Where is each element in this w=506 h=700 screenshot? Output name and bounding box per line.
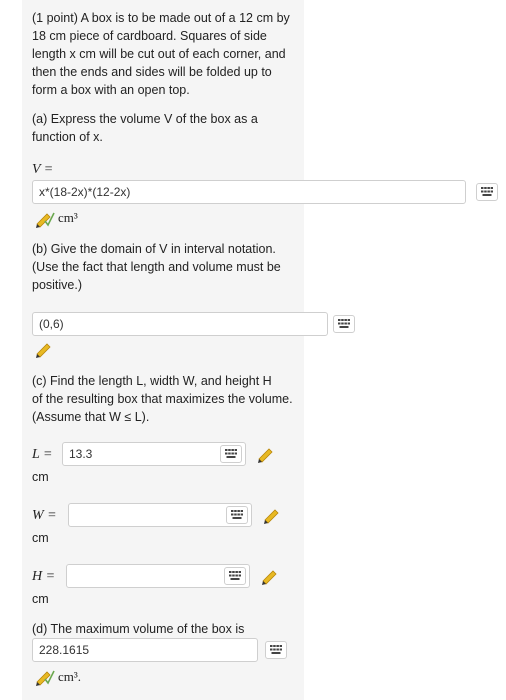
part-a-prompt-2: function of x.	[32, 130, 103, 144]
keyboard-icon[interactable]	[226, 506, 248, 524]
pencil-icon	[255, 442, 277, 464]
intro-line-4: then the ends and sides will be folded u…	[32, 65, 272, 79]
height-label: H =	[32, 569, 56, 584]
pencil-icon	[33, 665, 55, 687]
intro-line-2: 18 cm piece of cardboard. Squares of sid…	[32, 29, 267, 43]
part-b-line-1: (b) Give the domain of V in interval not…	[32, 242, 276, 256]
domain-input[interactable]: (0,6)	[32, 312, 328, 336]
part-c-line-2: of the resulting box that maximizes the …	[32, 392, 293, 406]
part-a-lhs: V =	[32, 162, 54, 177]
keyboard-icon[interactable]	[224, 567, 246, 585]
keyboard-icon[interactable]	[333, 315, 355, 333]
part-c-line-1: (c) Find the length L, width W, and heig…	[32, 374, 272, 388]
height-unit: cm	[32, 592, 49, 606]
part-b-line-3: positive.)	[32, 278, 83, 292]
volume-input[interactable]: x*(18-2x)*(12-2x)	[32, 180, 466, 204]
part-d-prompt: (d) The maximum volume of the box is	[32, 622, 245, 636]
part-c-line-3: (Assume that W ≤ L).	[32, 410, 150, 424]
keyboard-icon[interactable]	[476, 183, 498, 201]
intro-line-5: form a box with an open top.	[32, 83, 190, 97]
width-input[interactable]	[68, 503, 252, 527]
length-label: L =	[32, 447, 53, 462]
part-a-prompt-1: (a) Express the volume V of the box as a	[32, 112, 258, 126]
pencil-icon	[259, 564, 281, 586]
width-label: W =	[32, 508, 57, 523]
keyboard-icon[interactable]	[265, 641, 287, 659]
length-unit: cm	[32, 470, 49, 484]
part-b-line-2: (Use the fact that length and volume mus…	[32, 260, 281, 274]
width-unit: cm	[32, 531, 49, 545]
problem-panel	[22, 0, 304, 700]
height-input[interactable]	[66, 564, 250, 588]
pencil-icon	[33, 207, 55, 229]
part-d-unit: cm³.	[58, 669, 82, 684]
part-a-unit: cm³	[58, 210, 78, 225]
pencil-icon	[33, 337, 55, 359]
pencil-icon	[261, 503, 283, 525]
max-volume-input[interactable]: 228.1615	[32, 638, 258, 662]
intro-line-3: length x cm will be cut out of each corn…	[32, 47, 286, 61]
intro-line-1: (1 point) A box is to be made out of a 1…	[32, 11, 290, 25]
length-input[interactable]: 13.3	[62, 442, 246, 466]
keyboard-icon[interactable]	[220, 445, 242, 463]
